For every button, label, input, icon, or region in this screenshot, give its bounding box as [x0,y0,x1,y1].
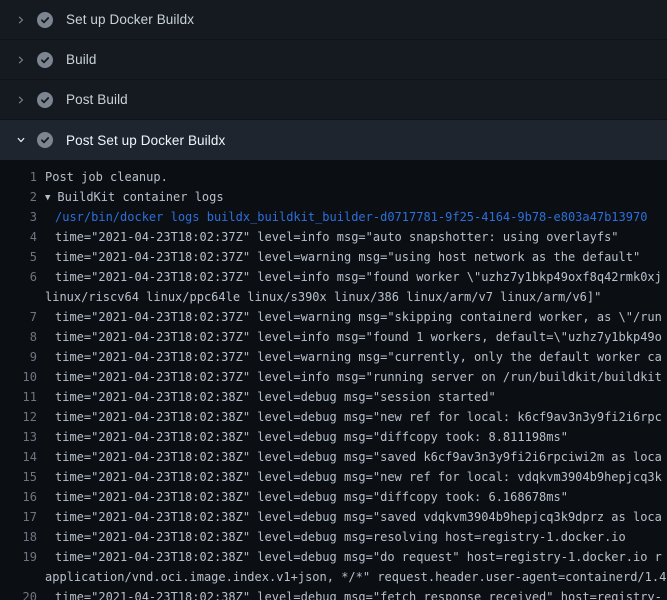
log-line-text: time="2021-04-23T18:02:37Z" level=info m… [55,327,662,347]
log-line-number[interactable] [0,567,37,587]
log-line-text: time="2021-04-23T18:02:37Z" level=warnin… [55,247,640,267]
step-header-set-up-docker-buildx[interactable]: Set up Docker Buildx [0,0,667,40]
log-line: 10 time="2021-04-23T18:02:37Z" level=inf… [0,367,667,387]
log-line-number[interactable]: 8 [0,327,37,347]
check-circle-icon [37,92,53,108]
log-line-text: time="2021-04-23T18:02:37Z" level=info m… [55,367,662,387]
step-header-post-set-up-docker-buildx[interactable]: Post Set up Docker Buildx [0,120,667,160]
log-line-text: time="2021-04-23T18:02:38Z" level=debug … [55,427,568,447]
chevron-right-icon [13,52,29,68]
log-line: 12 time="2021-04-23T18:02:38Z" level=deb… [0,407,667,427]
chevron-right-icon [13,92,29,108]
log-line-number[interactable]: 15 [0,467,37,487]
log-line-number[interactable]: 10 [0,367,37,387]
log-line-number[interactable]: 20 [0,587,37,600]
log-line-number[interactable]: 16 [0,487,37,507]
log-line-text: Post job cleanup. [45,167,168,187]
step-list: Set up Docker Buildx Build Post Build [0,0,667,160]
log-line: 5 time="2021-04-23T18:02:37Z" level=warn… [0,247,667,267]
log-line-text: time="2021-04-23T18:02:37Z" level=warnin… [55,307,662,327]
log-line: linux/riscv64 linux/ppc64le linux/s390x … [0,287,667,307]
log-line: application/vnd.oci.image.index.v1+json,… [0,567,667,587]
log-line: 7 time="2021-04-23T18:02:37Z" level=warn… [0,307,667,327]
log-line: 1 Post job cleanup. [0,167,667,187]
check-circle-icon [37,52,53,68]
log-line-text: /usr/bin/docker logs buildx_buildkit_bui… [55,207,647,227]
log-line: 16 time="2021-04-23T18:02:38Z" level=deb… [0,487,667,507]
log-line-text: time="2021-04-23T18:02:38Z" level=debug … [55,587,662,600]
log-output: 1 Post job cleanup. 2 ▼BuildKit containe… [0,160,667,600]
step-title: Post Build [66,92,128,107]
log-line-text: time="2021-04-23T18:02:37Z" level=warnin… [55,347,662,367]
log-line-text: time="2021-04-23T18:02:38Z" level=debug … [55,547,662,567]
log-line: 19 time="2021-04-23T18:02:38Z" level=deb… [0,547,667,567]
log-line-text: linux/riscv64 linux/ppc64le linux/s390x … [45,287,601,307]
log-line-number[interactable]: 3 [0,207,37,227]
log-line: 8 time="2021-04-23T18:02:37Z" level=info… [0,327,667,347]
log-line-text: time="2021-04-23T18:02:38Z" level=debug … [55,527,626,547]
log-line: 17 time="2021-04-23T18:02:38Z" level=deb… [0,507,667,527]
log-line-number[interactable]: 18 [0,527,37,547]
log-line-number[interactable]: 13 [0,427,37,447]
log-line: 18 time="2021-04-23T18:02:38Z" level=deb… [0,527,667,547]
log-line: 13 time="2021-04-23T18:02:38Z" level=deb… [0,427,667,447]
log-line-text: time="2021-04-23T18:02:38Z" level=debug … [55,467,662,487]
log-line: 2 ▼BuildKit container logs [0,187,667,207]
log-line-number[interactable]: 1 [0,167,37,187]
log-line-number[interactable]: 2 [0,187,37,207]
log-line-number[interactable] [0,287,37,307]
group-collapse-triangle-icon[interactable]: ▼ [45,188,50,208]
log-line-text: time="2021-04-23T18:02:38Z" level=debug … [55,487,568,507]
log-line-number[interactable]: 11 [0,387,37,407]
log-line-number[interactable]: 19 [0,547,37,567]
log-line-number[interactable]: 5 [0,247,37,267]
log-line: 20 time="2021-04-23T18:02:38Z" level=deb… [0,587,667,600]
log-line-number[interactable]: 6 [0,267,37,287]
log-line: 4 time="2021-04-23T18:02:37Z" level=info… [0,227,667,247]
log-line-number[interactable]: 9 [0,347,37,367]
log-line: 6 time="2021-04-23T18:02:37Z" level=info… [0,267,667,287]
log-line-text: time="2021-04-23T18:02:37Z" level=info m… [55,227,619,247]
log-line: 11 time="2021-04-23T18:02:38Z" level=deb… [0,387,667,407]
log-line-number[interactable]: 14 [0,447,37,467]
step-title: Set up Docker Buildx [66,12,194,27]
log-line-text: time="2021-04-23T18:02:38Z" level=debug … [55,407,662,427]
check-circle-icon [37,12,53,28]
log-line-text: time="2021-04-23T18:02:38Z" level=debug … [55,507,662,527]
chevron-down-icon [13,132,29,148]
log-line-number[interactable]: 4 [0,227,37,247]
log-line-number[interactable]: 7 [0,307,37,327]
log-line-text: time="2021-04-23T18:02:37Z" level=info m… [55,267,662,287]
step-title: Build [66,52,97,67]
log-line: 15 time="2021-04-23T18:02:38Z" level=deb… [0,467,667,487]
log-line: 9 time="2021-04-23T18:02:37Z" level=warn… [0,347,667,367]
actions-log-viewer: Set up Docker Buildx Build Post Build [0,0,667,600]
log-line-text: application/vnd.oci.image.index.v1+json,… [45,567,666,587]
log-line-text: time="2021-04-23T18:02:38Z" level=debug … [55,387,496,407]
step-title: Post Set up Docker Buildx [66,133,225,148]
log-line-number[interactable]: 12 [0,407,37,427]
log-line: 14 time="2021-04-23T18:02:38Z" level=deb… [0,447,667,467]
log-line-text[interactable]: ▼BuildKit container logs [45,187,224,207]
log-line-text: time="2021-04-23T18:02:38Z" level=debug … [55,447,662,467]
step-header-build[interactable]: Build [0,40,667,80]
step-header-post-build[interactable]: Post Build [0,80,667,120]
chevron-right-icon [13,12,29,28]
log-line-number[interactable]: 17 [0,507,37,527]
log-line: 3 /usr/bin/docker logs buildx_buildkit_b… [0,207,667,227]
check-circle-icon [37,132,53,148]
